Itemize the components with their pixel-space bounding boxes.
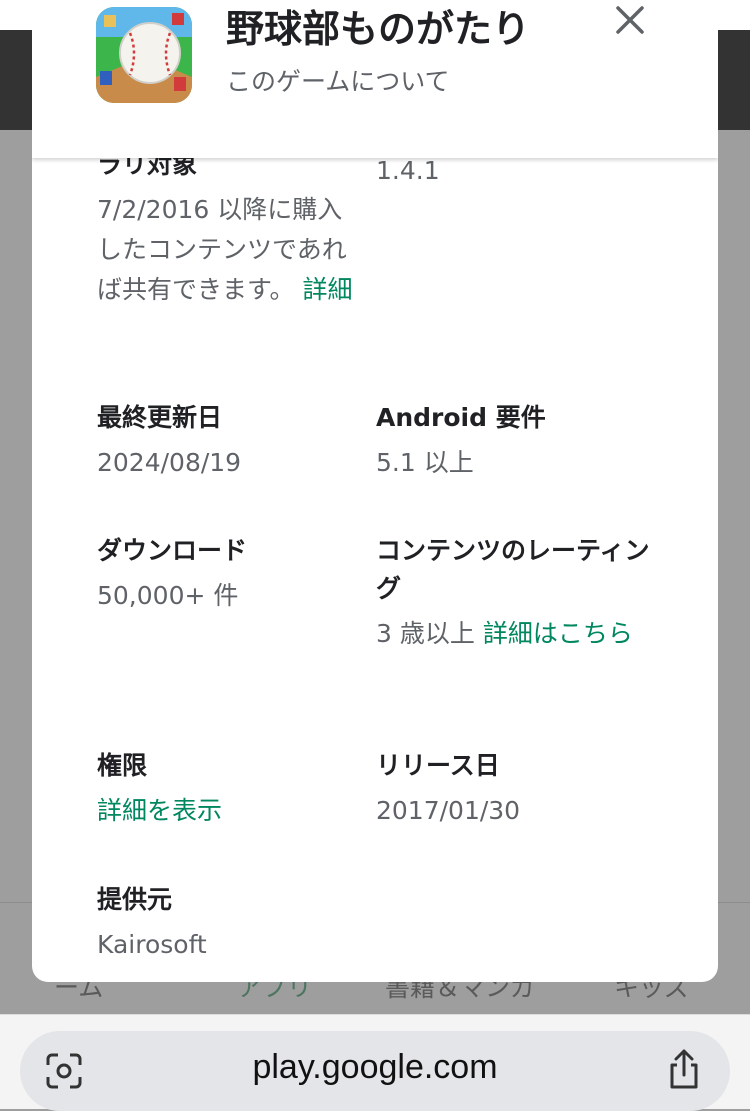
info-publisher: 提供元 Kairosoft <box>97 881 357 965</box>
info-value: 2017/01/30 <box>376 796 521 825</box>
info-family-sharing: ラリ対象 7/2/2016 以降に購入したコンテンツであれば共有できます。 詳細 <box>97 146 357 310</box>
info-label: Android 要件 <box>376 403 546 432</box>
url-text: play.google.com <box>252 1048 498 1086</box>
about-game-dialog: 野球部ものがたり このゲームについて ラリ対象 7/2/2016 以降に購入した… <box>32 0 718 982</box>
info-last-updated: 最終更新日 2024/08/19 <box>97 399 357 483</box>
info-content-rating: コンテンツのレーティング 3 歳以上 詳細はこちら <box>376 532 656 654</box>
info-release-date: リリース日 2017/01/30 <box>376 747 656 831</box>
info-label: コンテンツのレーティング <box>376 536 650 603</box>
info-label: 最終更新日 <box>97 403 223 432</box>
content-rating-value: 3 歳以上 <box>376 619 475 648</box>
share-icon[interactable] <box>664 1047 704 1091</box>
info-label: リリース日 <box>376 751 500 780</box>
permissions-details-link[interactable]: 詳細を表示 <box>97 791 357 831</box>
close-icon <box>616 6 644 34</box>
info-downloads: ダウンロード 50,000+ 件 <box>97 532 357 616</box>
close-button[interactable] <box>610 0 650 40</box>
info-android-requirement: Android 要件 5.1 以上 <box>376 399 656 483</box>
dialog-content: ラリ対象 7/2/2016 以降に購入したコンテンツであれば共有できます。 詳細… <box>32 150 718 982</box>
app-icon <box>96 7 192 103</box>
info-value: 50,000+ 件 <box>97 581 239 610</box>
dialog-header: 野球部ものがたり このゲームについて <box>32 0 718 158</box>
info-value: 5.1 以上 <box>376 448 474 477</box>
app-title: 野球部ものがたり <box>226 7 531 51</box>
info-label: 提供元 <box>97 885 173 914</box>
content-rating-details-link[interactable]: 詳細はこちら <box>483 619 633 648</box>
info-label: ダウンロード <box>97 536 248 565</box>
info-value: 7/2/2016 以降に購入したコンテンツであれば共有できます。 詳細 <box>97 190 357 310</box>
info-label: 権限 <box>97 751 148 780</box>
family-sharing-details-link[interactable]: 詳細 <box>302 275 352 304</box>
info-value: Kairosoft <box>97 930 207 959</box>
info-permissions: 権限 詳細を表示 <box>97 747 357 831</box>
dialog-subtitle: このゲームについて <box>226 67 450 96</box>
info-value: 2024/08/19 <box>97 448 242 477</box>
info-value: 3 歳以上 詳細はこちら <box>376 614 656 654</box>
address-bar[interactable]: play.google.com <box>20 1031 730 1111</box>
